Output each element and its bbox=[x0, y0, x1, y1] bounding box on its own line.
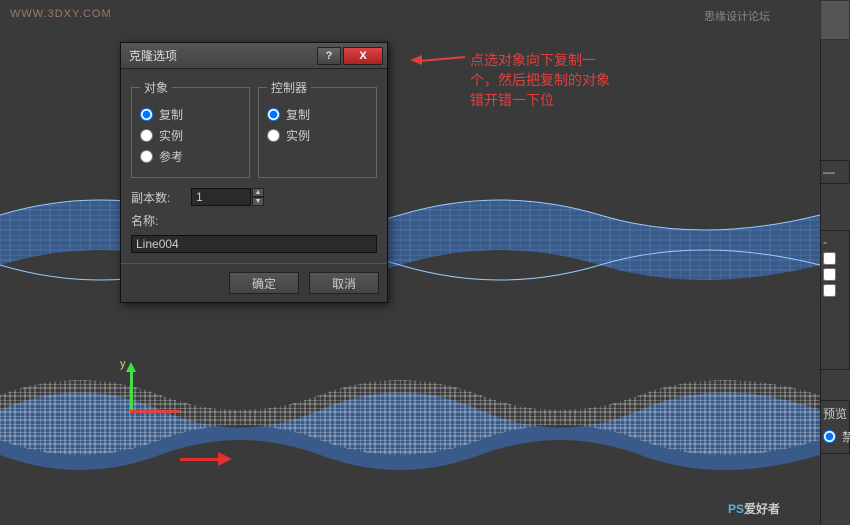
panel-block-2: - bbox=[820, 230, 850, 370]
radio-copy-label: 复制 bbox=[159, 106, 183, 123]
spinner-down[interactable]: ▼ bbox=[252, 197, 264, 206]
radio-disable[interactable] bbox=[823, 430, 836, 443]
radio-ctrl-instance[interactable] bbox=[267, 129, 280, 142]
cancel-button[interactable]: 取消 bbox=[309, 272, 379, 294]
copies-label: 副本数: bbox=[131, 189, 191, 206]
panel-block-1: — bbox=[820, 160, 850, 184]
radio-instance[interactable] bbox=[140, 129, 153, 142]
panel-tab[interactable] bbox=[820, 0, 850, 40]
watermark-bottomright: PS爱好者 bbox=[728, 500, 780, 517]
radio-reference[interactable] bbox=[140, 150, 153, 163]
object-group: 对象 复制 实例 参考 bbox=[131, 79, 250, 178]
radio-copy[interactable] bbox=[140, 108, 153, 121]
radio-reference-label: 参考 bbox=[159, 148, 183, 165]
panel-preview: 预览 禁 bbox=[820, 400, 850, 454]
watermark-topleft: WWW.3DXY.COM bbox=[10, 8, 112, 20]
spinner-up[interactable]: ▲ bbox=[252, 188, 264, 197]
controller-group-label: 控制器 bbox=[267, 79, 311, 96]
name-label: 名称: bbox=[131, 212, 191, 229]
annotation-text: 点选对象向下复制一个，然后把复制的对象错开错一下位 bbox=[470, 50, 620, 110]
annotation-arrow-line bbox=[420, 56, 465, 62]
ok-button[interactable]: 确定 bbox=[229, 272, 299, 294]
close-button[interactable]: X bbox=[343, 47, 383, 65]
clone-options-dialog: 克隆选项 ? X 对象 复制 实例 参考 控制器 复制 实例 副本数: bbox=[120, 42, 388, 303]
name-input[interactable] bbox=[131, 235, 377, 253]
checkbox-2[interactable] bbox=[823, 268, 836, 281]
checkbox-1[interactable] bbox=[823, 252, 836, 265]
object-group-label: 对象 bbox=[140, 79, 172, 96]
dialog-title: 克隆选项 bbox=[125, 47, 315, 64]
preview-label: 预览 bbox=[823, 405, 847, 422]
watermark-topright-cn: 思缘设计论坛 bbox=[704, 8, 770, 24]
gizmo-x-axis[interactable] bbox=[130, 410, 180, 413]
radio-ctrl-copy-label: 复制 bbox=[286, 106, 310, 123]
radio-ctrl-instance-label: 实例 bbox=[286, 127, 310, 144]
copies-input[interactable] bbox=[191, 188, 251, 206]
radio-instance-label: 实例 bbox=[159, 127, 183, 144]
dialog-titlebar[interactable]: 克隆选项 ? X bbox=[121, 43, 387, 69]
help-button[interactable]: ? bbox=[317, 47, 341, 65]
annotation-arrow-bottom bbox=[180, 450, 240, 470]
checkbox-3[interactable] bbox=[823, 284, 836, 297]
viewport[interactable]: WWW.3DXY.COM 思缘设计论坛 y 点选对象向下复制一个，然后把复制的对… bbox=[0, 0, 820, 525]
command-panel[interactable]: — - 预览 禁 bbox=[820, 0, 850, 525]
radio-ctrl-copy[interactable] bbox=[267, 108, 280, 121]
transform-gizmo[interactable]: y bbox=[100, 370, 180, 450]
controller-group: 控制器 复制 实例 bbox=[258, 79, 377, 178]
gizmo-y-axis[interactable] bbox=[130, 370, 133, 410]
gizmo-y-label: y bbox=[120, 358, 126, 370]
